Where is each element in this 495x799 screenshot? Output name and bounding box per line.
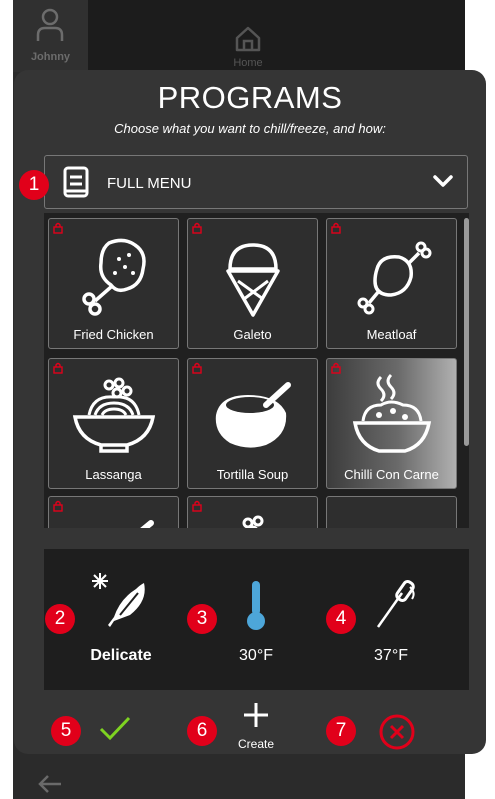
callout-badge-6: 6 <box>187 716 217 746</box>
callout-badge-4: 4 <box>326 604 356 634</box>
program-label: Galeto <box>233 327 272 342</box>
programs-panel: PROGRAMS Choose what you want to chill/f… <box>14 70 486 754</box>
callout-badge-3: 3 <box>187 604 217 634</box>
menu-dropdown[interactable]: FULL MENU <box>44 155 468 209</box>
feather-snowflake-icon[interactable] <box>88 571 152 631</box>
lock-icon <box>192 362 202 374</box>
dropdown-selected-label: FULL MENU <box>107 175 192 192</box>
program-label: Fried Chicken <box>73 327 154 342</box>
soup-bowl-icon <box>140 520 154 528</box>
steaming-bowl-icon <box>352 373 432 453</box>
temperature-value: 30°F <box>239 647 273 664</box>
callout-badge-7: 7 <box>326 716 356 746</box>
page-subtitle: Choose what you want to chill/freeze, an… <box>114 121 386 136</box>
home-icon <box>235 26 261 52</box>
lock-icon <box>331 222 341 234</box>
program-tile-partial[interactable] <box>326 496 457 528</box>
cancel-x-icon[interactable] <box>378 713 416 751</box>
program-tile-partial[interactable] <box>48 496 179 528</box>
callout-badge-1: 1 <box>19 170 49 200</box>
thermometer-icon[interactable] <box>244 579 268 631</box>
soup-bowl-icon <box>215 382 291 448</box>
callout-badge-5: 5 <box>51 716 81 746</box>
program-label: Lassanga <box>85 467 142 482</box>
program-label: Meatloaf <box>366 327 417 342</box>
user-tab[interactable]: Johnny <box>13 0 88 72</box>
chevron-down-icon[interactable] <box>433 173 453 189</box>
program-tile-tortilla-soup[interactable]: Tortilla Soup <box>187 358 318 489</box>
lock-icon <box>331 362 341 374</box>
meat-icon <box>357 241 432 315</box>
home-label: Home <box>233 57 263 69</box>
lock-icon <box>192 500 202 512</box>
user-name: Johnny <box>30 51 71 63</box>
confirm-check-icon[interactable] <box>98 715 132 741</box>
action-bar: Create <box>14 695 486 754</box>
lock-icon <box>192 222 202 234</box>
probe-value: 37°F <box>374 647 408 664</box>
program-tile-lassanga[interactable]: Lassanga <box>48 358 179 489</box>
program-label: Tortilla Soup <box>216 467 289 482</box>
program-tile-partial[interactable] <box>187 496 318 528</box>
program-tile-chilli-con-carne[interactable]: Chilli Con Carne <box>326 358 457 489</box>
page-title: PROGRAMS <box>157 80 343 115</box>
program-tile-fried-chicken[interactable]: Fried Chicken <box>48 218 179 349</box>
lock-icon <box>53 500 63 512</box>
callout-badge-2: 2 <box>45 604 75 634</box>
fried-chicken-icon <box>82 238 146 316</box>
menu-book-icon <box>63 166 89 198</box>
program-tile-meatloaf[interactable]: Meatloaf <box>326 218 457 349</box>
pasta-bowl-icon <box>72 377 156 453</box>
program-tile-galeto[interactable]: Galeto <box>187 218 318 349</box>
create-plus-icon[interactable] <box>242 701 270 729</box>
grill-steak-icon <box>347 511 437 528</box>
settings-bar: Delicate 30°F 37°F <box>44 549 469 690</box>
pasta-bowl-icon <box>242 515 264 528</box>
ice-cream-cone-icon <box>226 243 280 317</box>
create-button-label[interactable]: Create <box>238 737 274 751</box>
back-arrow-icon[interactable] <box>37 774 63 794</box>
mode-label: Delicate <box>90 647 152 664</box>
top-bar: Johnny Home <box>13 0 465 72</box>
probe-icon[interactable] <box>374 579 418 629</box>
home-tab[interactable]: Home <box>198 0 298 72</box>
lock-icon <box>53 222 63 234</box>
program-label: Chilli Con Carne <box>344 467 439 482</box>
lock-icon <box>53 362 63 374</box>
program-grid: Fried Chicken Galeto Meatloaf Lassanga T… <box>44 213 469 528</box>
grid-scrollbar[interactable] <box>464 218 469 446</box>
user-icon <box>36 8 64 41</box>
